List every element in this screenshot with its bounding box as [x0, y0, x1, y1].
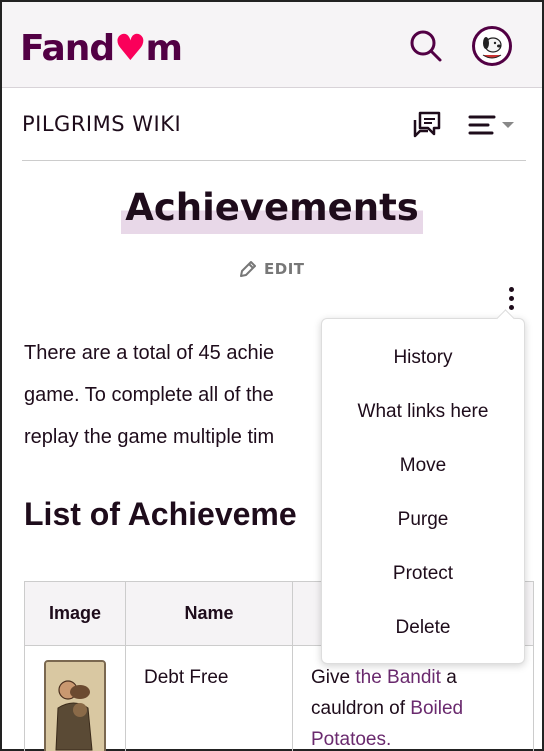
menu-item-move[interactable]: Move — [322, 439, 524, 493]
menu-item-protect[interactable]: Protect — [322, 547, 524, 601]
menu-item-what-links-here[interactable]: What links here — [322, 385, 524, 439]
menu-item-delete[interactable]: Delete — [322, 601, 524, 655]
search-button[interactable] — [406, 26, 446, 66]
discussions-button[interactable] — [410, 108, 444, 142]
discussions-icon — [413, 111, 441, 138]
menu-item-history[interactable]: History — [322, 331, 524, 385]
search-icon — [410, 30, 442, 62]
wiki-name[interactable]: PILGRIMS WIKI — [22, 112, 181, 136]
wiki-menu-button[interactable] — [466, 108, 522, 142]
page-title-container: Achievements — [2, 182, 542, 234]
avatar[interactable] — [472, 26, 512, 66]
edit-button[interactable]: EDIT — [238, 257, 305, 281]
column-header-image: Image — [25, 582, 126, 645]
global-navigation: Fand♥m — [2, 2, 542, 88]
achievement-name: Debt Free — [126, 646, 293, 751]
pencil-icon — [240, 261, 256, 277]
edit-label: EDIT — [264, 260, 305, 278]
user-avatar-icon — [478, 32, 506, 60]
section-heading: List of Achieveme — [24, 496, 297, 532]
page-actions-dropdown: History What links here Move Purge Prote… — [321, 318, 525, 664]
fandom-logo[interactable]: Fand♥m — [20, 28, 183, 69]
column-header-name: Name — [126, 582, 293, 645]
heart-icon: ♥ — [114, 28, 146, 69]
page-title: Achievements — [121, 182, 423, 234]
achievement-image-cell — [25, 646, 126, 751]
menu-icon — [468, 115, 514, 135]
bandit-link[interactable]: the Bandit — [355, 667, 441, 688]
menu-item-purge[interactable]: Purge — [322, 493, 524, 547]
wiki-header: PILGRIMS WIKI — [22, 88, 526, 161]
achievement-thumbnail[interactable] — [44, 660, 106, 751]
